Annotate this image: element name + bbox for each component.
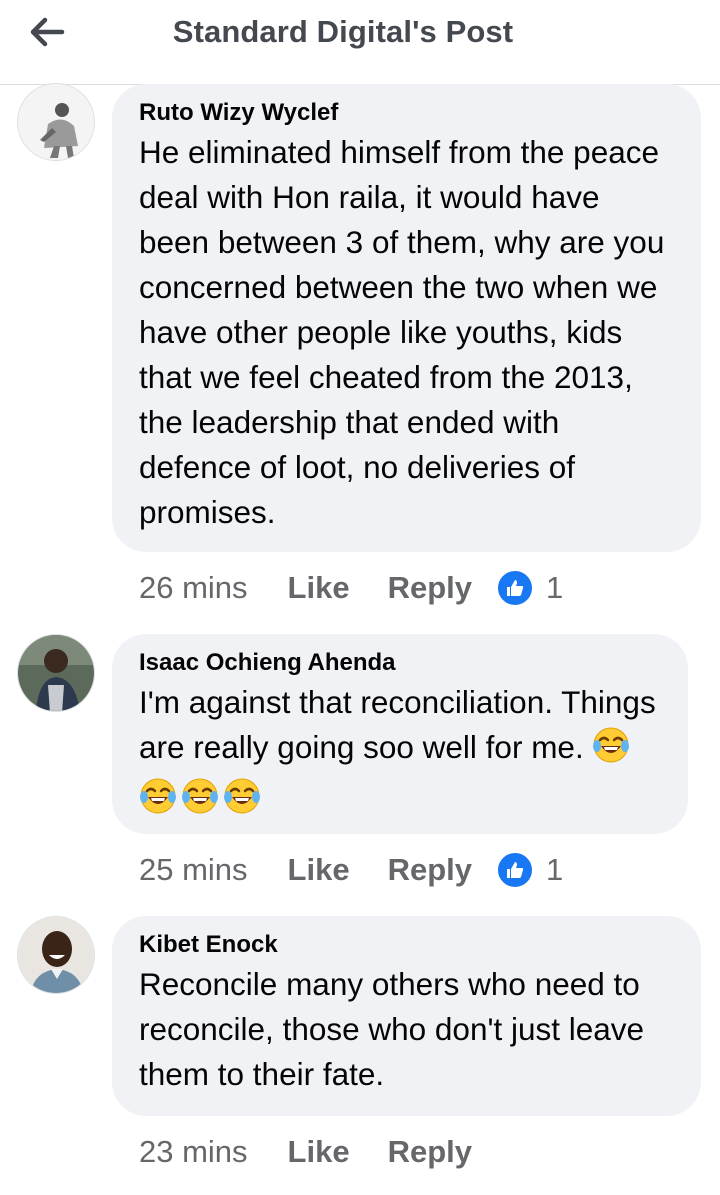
- tears-of-joy-icon: [592, 726, 630, 776]
- comment-time[interactable]: 26 mins: [139, 570, 248, 606]
- thumbs-up-icon[interactable]: [496, 851, 534, 889]
- reply-button[interactable]: Reply: [388, 1134, 472, 1170]
- page-title: Standard Digital's Post: [172, 14, 514, 49]
- comment-bubble: Isaac Ochieng Ahenda I'm against that re…: [112, 634, 688, 834]
- avatar[interactable]: [17, 83, 95, 161]
- comment-text: I'm against that reconciliation. Things …: [139, 680, 662, 827]
- comment-author[interactable]: Isaac Ochieng Ahenda: [139, 648, 662, 678]
- tears-of-joy-icon: [181, 777, 219, 827]
- avatar-image: [18, 917, 94, 993]
- comment-time[interactable]: 25 mins: [139, 852, 248, 888]
- comment-text: He eliminated himself from the peace dea…: [139, 134, 665, 530]
- avatar-image: [18, 635, 94, 711]
- comment-text: Reconcile many others who need to reconc…: [139, 966, 645, 1092]
- tears-of-joy-icon: [139, 777, 177, 827]
- comment-bubble: Kibet Enock Reconcile many others who ne…: [112, 916, 701, 1116]
- avatar-image: [18, 84, 94, 160]
- reaction-count[interactable]: 1: [546, 570, 563, 606]
- comment-author[interactable]: Ruto Wizy Wyclef: [139, 98, 675, 128]
- avatar[interactable]: [17, 916, 95, 994]
- top-bar: Standard Digital's Post: [0, 0, 720, 85]
- comment-time[interactable]: 23 mins: [139, 1134, 248, 1170]
- like-button[interactable]: Like: [288, 570, 350, 606]
- comment-actions: 26 mins Like Reply 1: [139, 566, 563, 610]
- like-button[interactable]: Like: [288, 852, 350, 888]
- comment-actions: 25 mins Like Reply 1: [139, 848, 563, 892]
- comment-bubble: Ruto Wizy Wyclef He eliminated himself f…: [112, 84, 701, 552]
- comment-author[interactable]: Kibet Enock: [139, 930, 675, 960]
- reply-button[interactable]: Reply: [388, 570, 472, 606]
- comment-actions: 23 mins Like Reply: [139, 1130, 496, 1174]
- thumbs-up-icon[interactable]: [496, 569, 534, 607]
- avatar[interactable]: [17, 634, 95, 712]
- tears-of-joy-icon: [223, 777, 261, 827]
- reply-button[interactable]: Reply: [388, 852, 472, 888]
- comment-text-content: I'm against that reconciliation. Things …: [139, 684, 656, 765]
- reaction-count[interactable]: 1: [546, 852, 563, 888]
- like-button[interactable]: Like: [288, 1134, 350, 1170]
